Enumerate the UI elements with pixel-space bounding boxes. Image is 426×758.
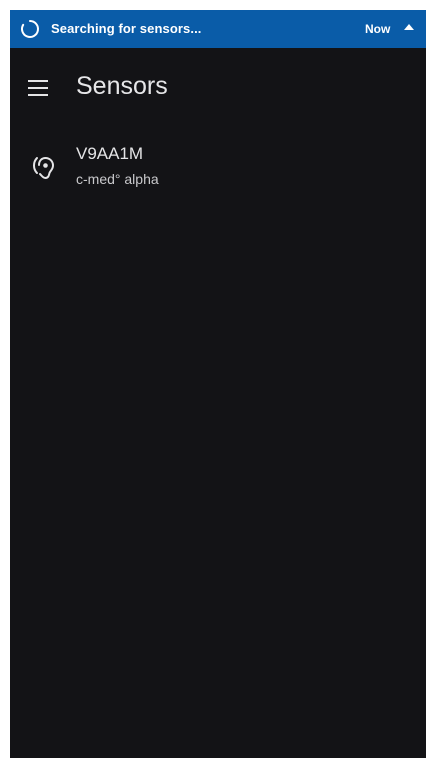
notification-bar[interactable]: Searching for sensors... Now xyxy=(10,10,426,48)
app-screen: Searching for sensors... Now Sensors V9A… xyxy=(10,10,426,758)
notification-text: Searching for sensors... xyxy=(51,21,202,36)
page-title: Sensors xyxy=(76,72,168,100)
sensor-model: c-med° alpha xyxy=(76,171,159,187)
spinner-icon xyxy=(21,20,39,38)
chevron-up-icon[interactable] xyxy=(404,24,414,30)
sensor-name: V9AA1M xyxy=(76,144,144,163)
menu-icon[interactable] xyxy=(28,80,50,96)
notification-time: Now xyxy=(365,22,391,36)
sensor-list-item[interactable]: V9AA1M c-med° alpha xyxy=(10,136,426,200)
hearing-aid-icon xyxy=(33,156,55,180)
app-bar: Sensors xyxy=(10,48,426,126)
